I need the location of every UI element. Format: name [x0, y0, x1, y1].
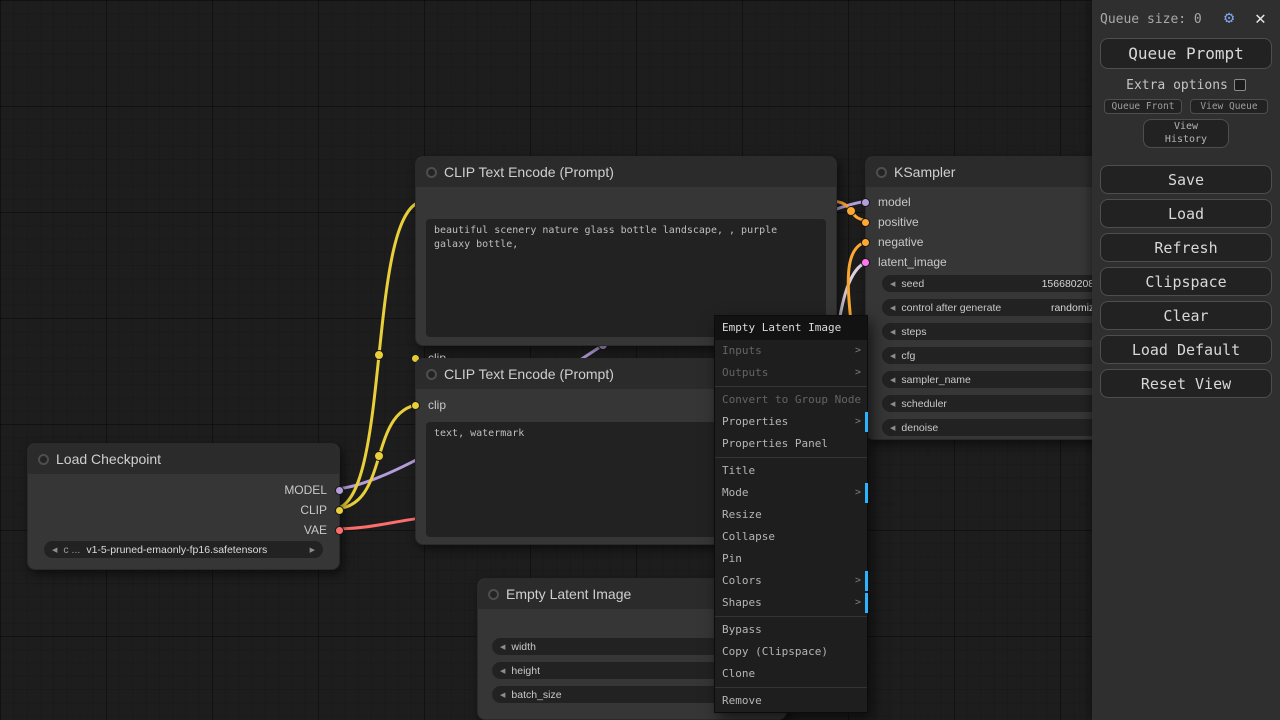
widget-left-arrow-icon[interactable]: ◀ — [890, 304, 895, 312]
extra-options-checkbox[interactable] — [1234, 79, 1246, 91]
widget-left-arrow-icon[interactable]: ◀ — [890, 352, 895, 360]
widget-left-arrow-icon[interactable]: ◀ — [890, 424, 895, 432]
menu-item-colors[interactable]: Colors> — [715, 570, 867, 592]
widget-left-arrow-icon[interactable]: ◀ — [890, 400, 895, 408]
extra-options-label: Extra options — [1126, 78, 1228, 93]
menu-item-collapse[interactable]: Collapse — [715, 526, 867, 548]
latent-slot-icon[interactable] — [861, 258, 870, 267]
context-menu-title: Empty Latent Image — [715, 316, 867, 340]
node-context-menu: Empty Latent Image Inputs> Outputs> Conv… — [714, 315, 868, 713]
menu-item-mode[interactable]: Mode> — [715, 482, 867, 504]
menu-item-inputs: Inputs> — [715, 340, 867, 362]
node-title-label: Load Checkpoint — [56, 451, 161, 467]
refresh-button[interactable]: Refresh — [1100, 233, 1272, 262]
menu-item-resize[interactable]: Resize — [715, 504, 867, 526]
collapse-dot-icon[interactable] — [876, 167, 887, 178]
collapse-dot-icon[interactable] — [38, 454, 49, 465]
close-icon[interactable]: ✕ — [1255, 8, 1266, 29]
menu-item-clone[interactable]: Clone — [715, 663, 867, 685]
node-title[interactable]: KSampler — [866, 157, 1122, 187]
view-queue-button[interactable]: View Queue — [1190, 99, 1268, 114]
settings-gear-icon[interactable]: ⚙ — [1224, 8, 1234, 28]
node-load-checkpoint[interactable]: Load Checkpoint MODEL CLIP VAE ◀ c ... v… — [27, 443, 340, 570]
node-title-label: Empty Latent Image — [506, 586, 631, 602]
menu-item-properties[interactable]: Properties> — [715, 411, 867, 433]
submenu-arrow-icon: > — [855, 570, 861, 592]
input-slot-negative[interactable]: negative — [861, 235, 923, 249]
input-slot-positive[interactable]: positive — [861, 215, 919, 229]
seed-widget[interactable]: ◀ seed 1566802087 — [882, 275, 1108, 292]
node-graph-canvas[interactable]: CLIP Text Encode (Prompt) clip CONDITION… — [0, 0, 1280, 720]
menu-item-properties-panel[interactable]: Properties Panel — [715, 433, 867, 455]
submenu-arrow-icon: > — [855, 482, 861, 504]
node-title[interactable]: Load Checkpoint — [28, 444, 339, 474]
widget-left-arrow-icon[interactable]: ◀ — [500, 691, 505, 699]
collapse-dot-icon[interactable] — [426, 369, 437, 380]
clip-slot-icon[interactable] — [411, 401, 420, 410]
menu-item-remove[interactable]: Remove — [715, 690, 867, 712]
widget-left-arrow-icon[interactable]: ◀ — [890, 280, 895, 288]
submenu-arrow-icon: > — [855, 592, 861, 614]
collapse-dot-icon[interactable] — [488, 589, 499, 600]
conditioning-slot-icon[interactable] — [861, 218, 870, 227]
menu-item-convert-to-group-node: Convert to Group Node — [715, 389, 867, 411]
menu-item-copy-clipspace[interactable]: Copy (Clipspace) — [715, 641, 867, 663]
output-slot-model[interactable]: MODEL — [284, 483, 344, 497]
model-slot-icon[interactable] — [335, 486, 344, 495]
output-slot-vae[interactable]: VAE — [304, 523, 344, 537]
cfg-widget[interactable]: ◀ cfg — [882, 347, 1108, 364]
input-slot-latent-image[interactable]: latent_image — [861, 255, 947, 269]
wire-dot — [375, 452, 384, 461]
queue-size-label: Queue size: 0 — [1100, 12, 1202, 27]
clear-button[interactable]: Clear — [1100, 301, 1272, 330]
load-default-button[interactable]: Load Default — [1100, 335, 1272, 364]
wire-dot — [847, 207, 856, 216]
menu-item-title[interactable]: Title — [715, 460, 867, 482]
steps-widget[interactable]: ◀ steps — [882, 323, 1108, 340]
view-history-button[interactable]: View History — [1143, 119, 1229, 148]
denoise-widget[interactable]: ◀ denoise — [882, 419, 1108, 436]
widget-left-arrow-icon[interactable]: ◀ — [890, 376, 895, 384]
submenu-arrow-icon: > — [855, 411, 861, 433]
node-title-label: CLIP Text Encode (Prompt) — [444, 366, 614, 382]
node-title-label: CLIP Text Encode (Prompt) — [444, 164, 614, 180]
combo-right-arrow-icon[interactable]: ▶ — [310, 546, 315, 554]
submenu-arrow-icon: > — [855, 340, 861, 362]
clipspace-button[interactable]: Clipspace — [1100, 267, 1272, 296]
control-after-generate-widget[interactable]: ◀ control after generate randomize — [882, 299, 1108, 316]
reset-view-button[interactable]: Reset View — [1100, 369, 1272, 398]
combo-left-arrow-icon[interactable]: ◀ — [52, 546, 57, 554]
clip-slot-icon[interactable] — [335, 506, 344, 515]
menu-item-pin[interactable]: Pin — [715, 548, 867, 570]
node-ksampler[interactable]: KSampler model positive negative latent_… — [865, 156, 1123, 440]
ckpt-name-combo[interactable]: ◀ c ... v1-5-pruned-emaonly-fp16.safeten… — [44, 541, 323, 558]
ckpt-value: v1-5-pruned-emaonly-fp16.safetensors — [86, 544, 267, 556]
wire-dot — [375, 351, 384, 360]
queue-prompt-button[interactable]: Queue Prompt — [1100, 38, 1272, 69]
menu-item-outputs: Outputs> — [715, 362, 867, 384]
model-slot-icon[interactable] — [861, 198, 870, 207]
sampler-name-widget[interactable]: ◀ sampler_name — [882, 371, 1108, 388]
widget-left-arrow-icon[interactable]: ◀ — [500, 667, 505, 675]
node-title-label: KSampler — [894, 164, 955, 180]
conditioning-slot-icon[interactable] — [861, 238, 870, 247]
input-slot-clip[interactable]: clip — [411, 398, 446, 412]
vae-slot-icon[interactable] — [335, 526, 344, 535]
node-title[interactable]: CLIP Text Encode (Prompt) — [416, 157, 836, 187]
scheduler-widget[interactable]: ◀ scheduler — [882, 395, 1108, 412]
widget-left-arrow-icon[interactable]: ◀ — [890, 328, 895, 336]
collapse-dot-icon[interactable] — [426, 167, 437, 178]
output-slot-clip[interactable]: CLIP — [300, 503, 344, 517]
queue-front-button[interactable]: Queue Front — [1104, 99, 1182, 114]
widget-left-arrow-icon[interactable]: ◀ — [500, 643, 505, 651]
menu-item-shapes[interactable]: Shapes> — [715, 592, 867, 614]
comfy-menu-panel: Queue size: 0 ⚙ ✕ Queue Prompt Extra opt… — [1092, 0, 1280, 720]
save-button[interactable]: Save — [1100, 165, 1272, 194]
load-button[interactable]: Load — [1100, 199, 1272, 228]
submenu-arrow-icon: > — [855, 362, 861, 384]
input-slot-model[interactable]: model — [861, 195, 911, 209]
menu-item-bypass[interactable]: Bypass — [715, 619, 867, 641]
